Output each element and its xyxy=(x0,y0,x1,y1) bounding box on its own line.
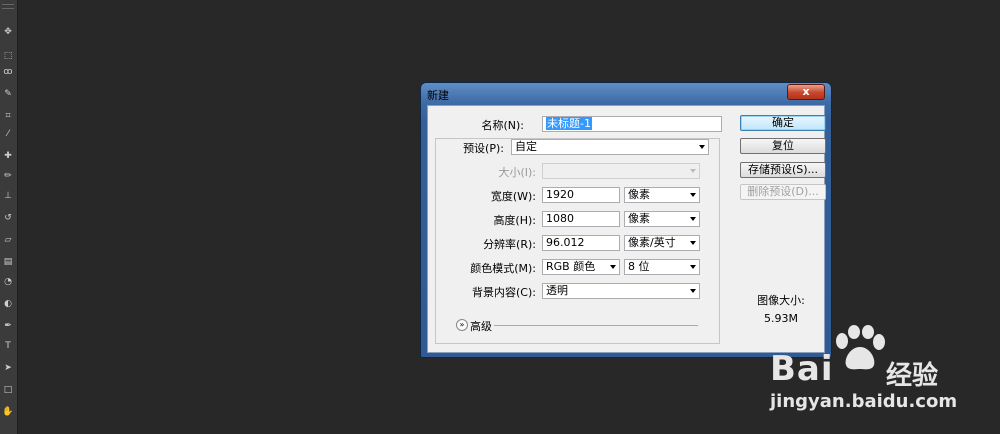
height-label: 高度(H): xyxy=(493,214,536,227)
baidu-jingyan-watermark: Bai 经验 jingyan.baidu.com xyxy=(770,325,990,425)
healing-brush-tool-icon[interactable]: ✚ xyxy=(1,150,15,162)
save-preset-button[interactable]: 存储预设(S)... xyxy=(740,162,826,178)
preset-label: 预设(P): xyxy=(461,140,506,156)
new-document-dialog: 新建 x 名称(N): 未标题-1 预设(P): 自定 大小(I): 宽度(W)… xyxy=(420,82,832,358)
name-input[interactable]: 未标题-1 xyxy=(542,116,722,132)
advanced-divider xyxy=(494,325,698,326)
resolution-label: 分辨率(R): xyxy=(483,238,536,251)
path-select-tool-icon[interactable]: ➤ xyxy=(1,362,15,374)
width-label: 宽度(W): xyxy=(490,190,536,203)
bit-depth-select[interactable]: 8 位 xyxy=(624,259,700,275)
lasso-tool-icon[interactable]: ꝏ xyxy=(1,66,15,78)
background-value: 透明 xyxy=(546,284,568,297)
resolution-unit-value: 像素/英寸 xyxy=(628,236,676,249)
chevron-down-icon xyxy=(690,217,696,221)
resolution-input[interactable]: 96.012 xyxy=(542,235,620,251)
chevron-down-icon xyxy=(610,265,616,269)
name-input-value: 未标题-1 xyxy=(546,117,592,130)
color-mode-value: RGB 颜色 xyxy=(546,260,596,273)
dialog-titlebar[interactable]: 新建 x xyxy=(421,83,831,105)
background-select[interactable]: 透明 xyxy=(542,283,700,299)
chevron-down-icon xyxy=(690,241,696,245)
size-label: 大小(I): xyxy=(498,166,536,179)
history-brush-tool-icon[interactable]: ↺ xyxy=(1,212,15,224)
name-label: 名称(N): xyxy=(481,119,524,132)
gradient-tool-icon[interactable]: ▤ xyxy=(1,256,15,268)
crop-tool-icon[interactable]: ⌗ xyxy=(1,110,15,122)
tools-panel: ✥ ⬚ ꝏ ✎ ⌗ ⁄ ✚ ✏ ⊥ ↺ ▱ ▤ ◔ ◐ ✒ T ➤ □ ✋ xyxy=(0,0,18,434)
watermark-url: jingyan.baidu.com xyxy=(770,391,958,412)
width-unit-select[interactable]: 像素 xyxy=(624,187,700,203)
reset-button[interactable]: 复位 xyxy=(740,138,826,154)
brush-tool-icon[interactable]: ✏ xyxy=(1,170,15,182)
chevron-down-icon xyxy=(690,169,696,173)
pen-tool-icon[interactable]: ✒ xyxy=(1,320,15,332)
color-mode-label: 颜色模式(M): xyxy=(470,262,536,275)
width-input[interactable]: 1920 xyxy=(542,187,620,203)
delete-preset-button: 删除预设(D)... xyxy=(740,184,826,200)
advanced-label[interactable]: 高级 xyxy=(470,318,492,334)
chevron-down-icon xyxy=(690,265,696,269)
preset-value: 自定 xyxy=(515,140,537,153)
color-mode-select[interactable]: RGB 颜色 xyxy=(542,259,620,275)
image-size-label: 图像大小: xyxy=(757,294,805,307)
type-tool-icon[interactable]: T xyxy=(1,340,15,352)
blur-tool-icon[interactable]: ◔ xyxy=(1,276,15,288)
height-unit-select[interactable]: 像素 xyxy=(624,211,700,227)
close-button[interactable]: x xyxy=(787,84,825,100)
expand-advanced-icon[interactable]: » xyxy=(456,319,468,331)
width-unit-value: 像素 xyxy=(628,188,650,201)
panel-grip[interactable] xyxy=(2,4,14,9)
move-tool-icon[interactable]: ✥ xyxy=(1,26,15,38)
dialog-title: 新建 xyxy=(427,89,449,102)
shape-tool-icon[interactable]: □ xyxy=(1,384,15,396)
eyedropper-tool-icon[interactable]: ⁄ xyxy=(1,128,15,140)
preset-select[interactable]: 自定 xyxy=(511,139,709,155)
height-unit-value: 像素 xyxy=(628,212,650,225)
watermark-brand-cn: 经验 xyxy=(886,361,939,391)
size-select xyxy=(542,163,700,179)
dodge-tool-icon[interactable]: ◐ xyxy=(1,298,15,310)
marquee-tool-icon[interactable]: ⬚ xyxy=(1,50,15,62)
chevron-down-icon xyxy=(699,145,705,149)
bit-depth-value: 8 位 xyxy=(628,260,650,273)
dialog-body: 名称(N): 未标题-1 预设(P): 自定 大小(I): 宽度(W): 192… xyxy=(427,105,826,353)
baidu-paw-logo-icon xyxy=(836,325,885,370)
image-size-value: 5.93M xyxy=(764,312,798,325)
quick-select-tool-icon[interactable]: ✎ xyxy=(1,88,15,100)
clone-stamp-tool-icon[interactable]: ⊥ xyxy=(1,190,15,202)
height-input[interactable]: 1080 xyxy=(542,211,620,227)
eraser-tool-icon[interactable]: ▱ xyxy=(1,234,15,246)
chevron-down-icon xyxy=(690,193,696,197)
background-label: 背景内容(C): xyxy=(472,286,536,299)
chevron-down-icon xyxy=(690,289,696,293)
ok-button[interactable]: 确定 xyxy=(740,115,826,131)
resolution-unit-select[interactable]: 像素/英寸 xyxy=(624,235,700,251)
hand-tool-icon[interactable]: ✋ xyxy=(1,406,15,418)
watermark-brand: Bai xyxy=(770,349,834,389)
